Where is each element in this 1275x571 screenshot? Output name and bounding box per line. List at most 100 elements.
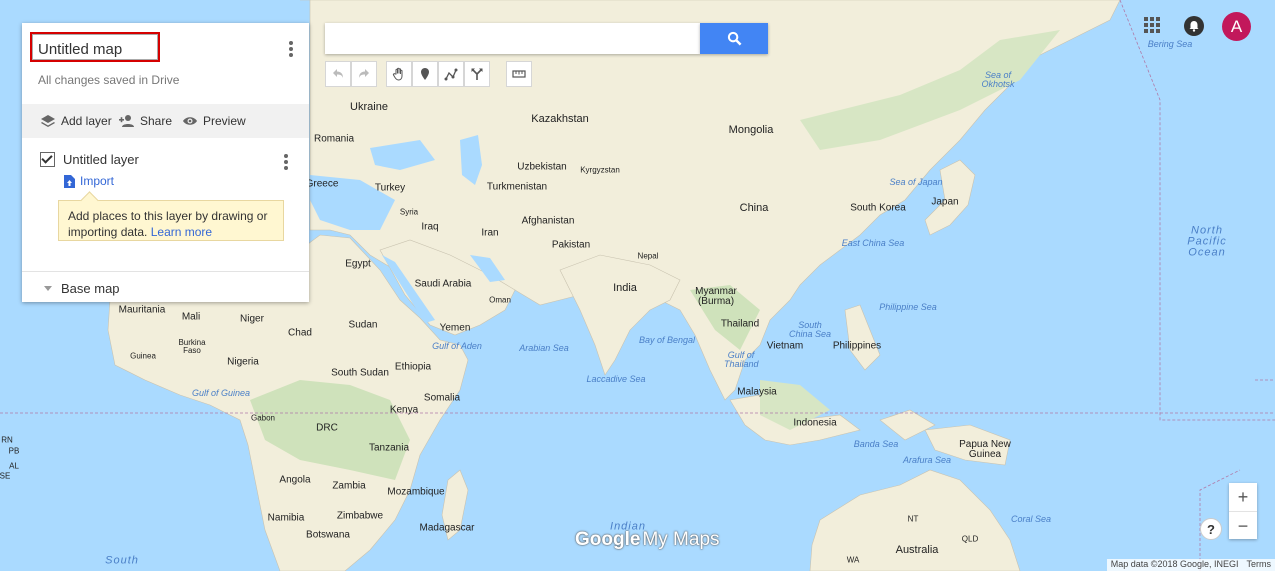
saved-status: All changes saved in Drive	[38, 73, 180, 87]
measure-button[interactable]	[506, 61, 532, 87]
country-label: Philippines	[832, 340, 882, 352]
drawing-toolbar	[325, 61, 377, 87]
map-title[interactable]: Untitled map	[38, 41, 122, 58]
country-label: Mongolia	[728, 124, 774, 136]
sea-label: Sea of Japan	[889, 177, 943, 187]
country-label: Japan	[931, 196, 959, 208]
add-layer-label: Add layer	[61, 114, 112, 128]
country-label: Mozambique	[387, 486, 445, 498]
marker-icon	[421, 68, 429, 80]
country-label: Egypt	[345, 258, 371, 270]
google-wordmark: Google	[575, 529, 641, 550]
zoom-out-button[interactable]: −	[1229, 511, 1257, 540]
google-my-maps-logo: Google My Maps	[575, 529, 720, 551]
add-directions-button[interactable]	[464, 61, 490, 87]
layer-visibility-checkbox[interactable]	[40, 152, 55, 167]
undo-button[interactable]	[325, 61, 351, 87]
country-label: Australia	[895, 544, 939, 556]
share-button[interactable]: Share	[119, 113, 172, 129]
country-label: Nigeria	[227, 356, 259, 368]
drawing-tools	[386, 61, 490, 87]
country-label: Zimbabwe	[336, 510, 384, 522]
country-label: Thailand	[720, 318, 760, 330]
sea-label: Arabian Sea	[519, 343, 569, 353]
sea-label: Gulf of Guinea	[191, 388, 251, 398]
country-label: Vietnam	[766, 340, 804, 352]
add-layer-button[interactable]: Add layer	[40, 113, 112, 129]
country-label: Iran	[481, 227, 499, 239]
base-map-label: Base map	[61, 281, 120, 296]
country-label: Gabon	[250, 413, 276, 423]
country-label: Sudan	[348, 319, 378, 331]
sea-label: Gulf of Aden	[432, 341, 482, 351]
divider	[22, 271, 309, 272]
measure-tool	[506, 61, 532, 87]
country-label: Niger	[240, 313, 264, 325]
notifications-bell-icon[interactable]	[1184, 16, 1204, 36]
country-label: WA	[846, 555, 860, 565]
country-label: Malaysia	[737, 386, 777, 398]
person-add-icon	[119, 115, 134, 127]
country-label: Botswana	[306, 529, 350, 541]
add-places-tip: Add places to this layer by drawing or i…	[58, 200, 284, 241]
sea-label: Sea of Okhotsk	[981, 70, 1015, 89]
sea-label: South China Sea	[788, 320, 832, 339]
country-label: Angola	[279, 474, 311, 486]
ocean-label: South	[105, 554, 139, 567]
sea-label: Gulf of Thailand	[724, 350, 759, 369]
layers-panel: Untitled map All changes saved in Drive …	[22, 23, 309, 302]
share-label: Share	[140, 114, 173, 128]
country-label: Romania	[313, 133, 355, 145]
country-label: South Korea	[850, 202, 906, 214]
country-label: Yemen	[439, 322, 471, 334]
sea-label: Banda Sea	[853, 439, 899, 449]
country-label: Madagascar	[419, 522, 475, 534]
zoom-in-button[interactable]: +	[1229, 483, 1257, 511]
base-map-toggle[interactable]: Base map	[44, 281, 120, 296]
country-label: Oman	[489, 295, 511, 305]
map-data-credit: Map data ©2018 Google, INEGI	[1110, 559, 1239, 569]
country-label: Namibia	[267, 512, 305, 524]
eye-icon	[183, 117, 197, 125]
import-label: Import	[80, 174, 115, 188]
country-label: Chad	[288, 327, 312, 339]
layer-options-kebab-icon[interactable]	[283, 154, 289, 172]
select-items-button[interactable]	[386, 61, 412, 87]
country-label: Pakistan	[551, 239, 591, 251]
country-label: China	[739, 202, 769, 214]
country-label: Mauritania	[118, 304, 166, 316]
import-link[interactable]: Import	[64, 174, 114, 188]
country-label: Myanmar (Burma)	[695, 286, 737, 307]
redo-button[interactable]	[351, 61, 377, 87]
country-label: Tanzania	[368, 442, 410, 454]
country-label: NT	[907, 514, 919, 524]
help-button[interactable]: ?	[1200, 518, 1222, 540]
search-input[interactable]	[325, 23, 700, 54]
avatar[interactable]: A	[1222, 12, 1251, 41]
country-label: Turkmenistan	[486, 181, 548, 193]
country-label: Afghanistan	[521, 215, 575, 227]
sea-label: Arafura Sea	[902, 455, 952, 465]
draw-line-icon	[444, 68, 458, 81]
apps-grid-icon[interactable]	[1144, 17, 1161, 34]
sea-label: Coral Sea	[1010, 514, 1052, 524]
country-label: Nepal	[637, 251, 659, 261]
country-label: Ukraine	[350, 101, 388, 113]
zoom-control: + −	[1229, 483, 1257, 539]
layer-item[interactable]: Untitled layer	[40, 152, 139, 167]
preview-button[interactable]: Preview	[182, 113, 246, 129]
directions-icon	[471, 68, 483, 80]
learn-more-link[interactable]: Learn more	[151, 225, 212, 239]
search-button[interactable]	[700, 23, 768, 54]
redo-icon	[359, 69, 369, 78]
draw-line-button[interactable]	[438, 61, 464, 87]
add-marker-button[interactable]	[412, 61, 438, 87]
layer-name[interactable]: Untitled layer	[63, 152, 139, 167]
terms-link[interactable]: Terms	[1247, 559, 1272, 571]
map-attribution: Map data ©2018 Google, INEGI Terms	[1106, 559, 1275, 571]
country-label: Papua New Guinea	[959, 439, 1011, 460]
country-label: DRC	[316, 422, 338, 434]
sea-label: Bay of Bengal	[638, 335, 696, 345]
map-options-kebab-icon[interactable]	[288, 41, 294, 59]
my-maps-wordmark: My Maps	[642, 529, 720, 550]
